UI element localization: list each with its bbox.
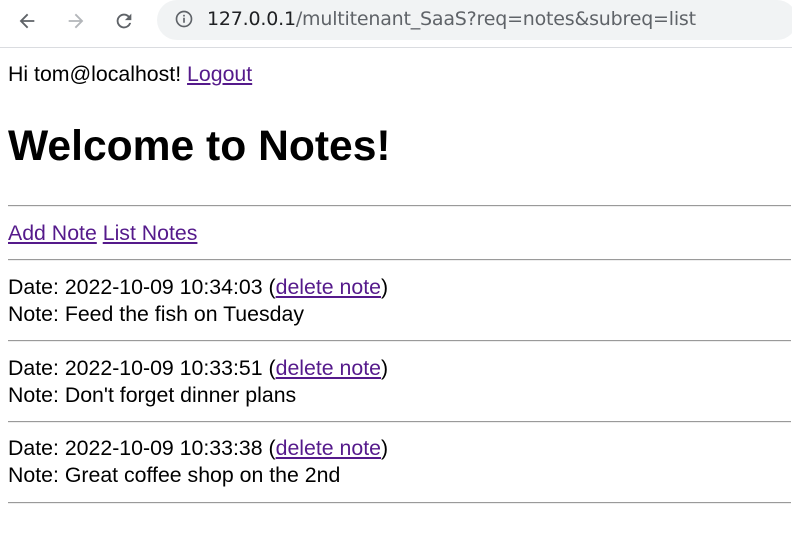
forward-button[interactable] bbox=[61, 6, 91, 36]
note-text: Note: Don't forget dinner plans bbox=[8, 383, 297, 407]
page-content: Hi tom@localhost! Logout Welcome to Note… bbox=[8, 61, 791, 504]
greeting-text: Hi tom@localhost! bbox=[8, 62, 182, 86]
reload-button[interactable] bbox=[109, 6, 139, 36]
divider bbox=[8, 421, 791, 423]
note-date-close: ) bbox=[381, 275, 389, 299]
list-item: Date: 2022-10-09 10:33:51 (delete note) … bbox=[8, 355, 388, 409]
list-notes-link[interactable]: List Notes bbox=[103, 221, 198, 245]
note-date: Date: 2022-10-09 10:33:38 ( bbox=[8, 436, 276, 460]
note-date-close: ) bbox=[381, 356, 389, 380]
user-greeting: Hi tom@localhost! Logout bbox=[8, 61, 791, 87]
url-path: /multitenant_SaaS?req=notes&subreq=list bbox=[295, 8, 696, 30]
info-icon[interactable] bbox=[174, 9, 194, 29]
back-button[interactable] bbox=[12, 6, 42, 36]
divider bbox=[8, 502, 791, 504]
list-item: Date: 2022-10-09 10:34:03 (delete note) … bbox=[8, 274, 388, 328]
note-date-line: Date: 2022-10-09 10:33:38 (delete note) bbox=[8, 435, 388, 462]
arrow-right-icon bbox=[68, 13, 84, 29]
delete-note-link[interactable]: delete note bbox=[276, 436, 381, 460]
note-date-line: Date: 2022-10-09 10:34:03 (delete note) bbox=[8, 274, 388, 301]
notes-menu: Add Note List Notes bbox=[8, 220, 197, 246]
delete-note-link[interactable]: delete note bbox=[276, 356, 381, 380]
list-item: Date: 2022-10-09 10:33:38 (delete note) … bbox=[8, 435, 388, 489]
divider bbox=[8, 340, 791, 342]
arrow-left-icon bbox=[19, 13, 35, 29]
note-text: Note: Great coffee shop on the 2nd bbox=[8, 463, 341, 487]
page-title: Welcome to Notes! bbox=[8, 122, 391, 170]
url-text[interactable]: 127.0.0.1/multitenant_SaaS?req=notes&sub… bbox=[207, 8, 696, 30]
note-date-line: Date: 2022-10-09 10:33:51 (delete note) bbox=[8, 355, 388, 382]
reload-icon bbox=[116, 13, 132, 29]
note-text: Note: Feed the fish on Tuesday bbox=[8, 302, 304, 326]
add-note-link[interactable]: Add Note bbox=[8, 221, 97, 245]
logout-link[interactable]: Logout bbox=[187, 62, 252, 86]
note-date-close: ) bbox=[381, 436, 389, 460]
delete-note-link[interactable]: delete note bbox=[276, 275, 381, 299]
divider bbox=[8, 259, 791, 261]
divider bbox=[8, 205, 791, 207]
note-date: Date: 2022-10-09 10:33:51 ( bbox=[8, 356, 276, 380]
browser-toolbar: 127.0.0.1/multitenant_SaaS?req=notes&sub… bbox=[0, 0, 792, 48]
url-host: 127.0.0.1 bbox=[207, 8, 296, 30]
note-date: Date: 2022-10-09 10:34:03 ( bbox=[8, 275, 276, 299]
